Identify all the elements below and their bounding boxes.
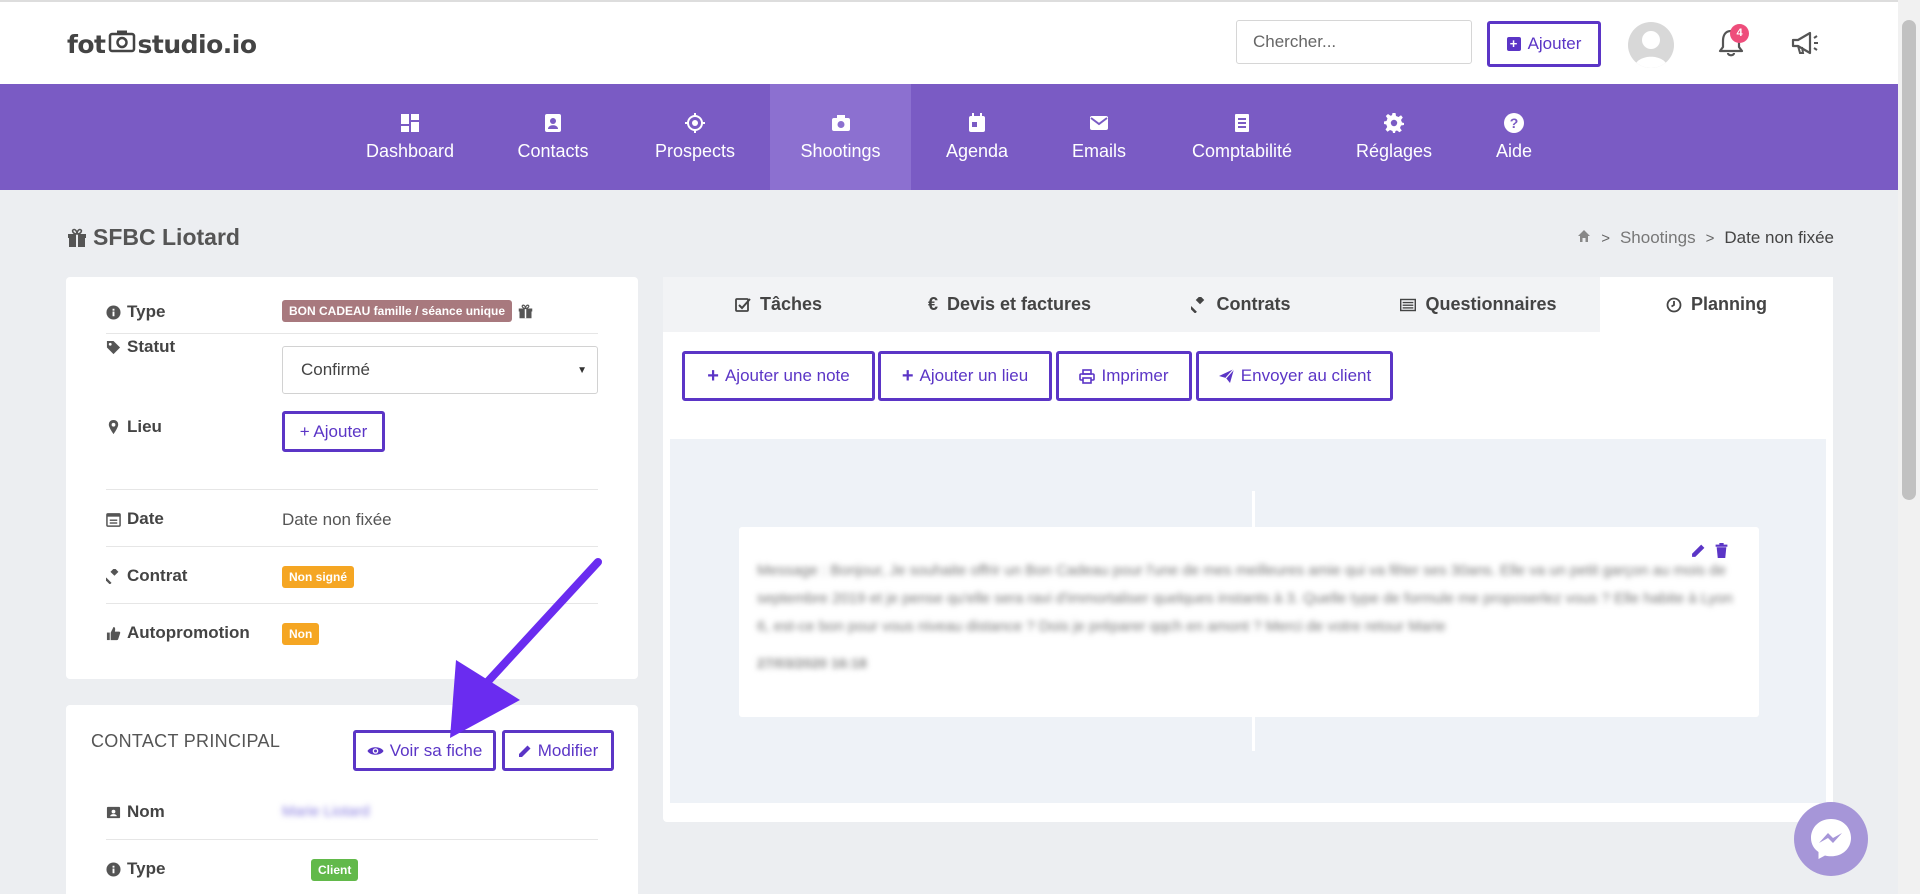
plus-icon: + (707, 364, 719, 387)
gift-icon (518, 304, 533, 318)
send-to-client-button[interactable]: Envoyer au client (1196, 351, 1393, 401)
help-icon: ? (1504, 112, 1524, 133)
info-circle-icon (106, 304, 121, 320)
tab-bar: Tâches € Devis et factures Contrats Ques… (663, 277, 1833, 332)
notification-badge: 4 (1730, 24, 1749, 43)
contact-row-nom: Nom Marie Liotard (106, 783, 598, 840)
add-note-button[interactable]: + Ajouter une note (682, 351, 875, 401)
tab-planning[interactable]: Planning (1600, 277, 1833, 332)
eye-icon (367, 746, 384, 755)
timeline-note: Message : Bonjour, Je souhaite offrir un… (739, 527, 1759, 717)
gift-icon (68, 228, 86, 247)
svg-text:?: ? (1510, 115, 1519, 131)
breadcrumb-current: Date non fixée (1724, 228, 1834, 247)
gavel-icon (1191, 296, 1205, 313)
crosshair-icon (685, 112, 705, 133)
note-timestamp: 27/03/2020 16:18 (757, 655, 867, 671)
search-input[interactable] (1236, 20, 1472, 64)
shooting-detail-panel: Tâches € Devis et factures Contrats Ques… (663, 277, 1833, 822)
brand-logo[interactable]: fot studio.io (67, 29, 257, 59)
contrat-badge: Non signé (282, 566, 355, 588)
camera-icon (831, 114, 850, 131)
nav-item-comptabilite[interactable]: Comptabilité (1175, 84, 1309, 190)
calendar-icon (969, 112, 985, 132)
gavel-icon (106, 568, 119, 584)
tab-taches[interactable]: Tâches (663, 277, 894, 332)
contact-heading: CONTACT PRINCIPAL (91, 731, 281, 751)
annotation-arrow (450, 558, 602, 738)
clock-icon (1666, 297, 1682, 312)
nav-item-contacts[interactable]: Contacts (503, 84, 603, 190)
main-nav: Dashboard Contacts Prospects Shootings A… (0, 84, 1898, 190)
euro-icon: € (927, 294, 938, 314)
tab-devis-factures[interactable]: € Devis et factures (894, 277, 1125, 332)
chevron-down-icon: ▼ (577, 365, 587, 376)
calendar-icon (106, 512, 121, 527)
add-lieu-button[interactable]: + Ajouter (282, 411, 385, 452)
contact-name[interactable]: Marie Liotard (282, 803, 370, 820)
camera-icon (108, 29, 136, 59)
pencil-icon[interactable] (1691, 543, 1706, 558)
nav-item-shootings[interactable]: Shootings (770, 84, 911, 190)
client-badge: Client (311, 859, 359, 881)
add-button[interactable]: + Ajouter (1487, 21, 1601, 67)
date-value: Date non fixée (282, 510, 392, 529)
tab-questionnaires[interactable]: Questionnaires (1357, 277, 1600, 332)
type-badge: BON CADEAU famille / séance unique (282, 300, 513, 322)
paper-plane-icon (1218, 368, 1235, 383)
thumbs-up-icon (106, 626, 121, 640)
plus-square-icon: + (1506, 37, 1521, 51)
statut-select[interactable]: Confirmé ▼ (282, 346, 598, 394)
print-button[interactable]: Imprimer (1056, 351, 1192, 401)
megaphone-icon[interactable] (1790, 29, 1820, 62)
breadcrumb: > Shootings > Date non fixée (1577, 228, 1834, 248)
dashboard-icon (401, 113, 419, 132)
nav-item-reglages[interactable]: Réglages (1338, 84, 1450, 190)
envelope-icon (1090, 115, 1108, 130)
autopromotion-badge: Non (282, 623, 320, 645)
tab-contrats[interactable]: Contrats (1125, 277, 1357, 332)
nav-item-dashboard[interactable]: Dashboard (344, 84, 476, 190)
page-title: SFBC Liotard (67, 224, 240, 251)
note-message: Message : Bonjour, Je souhaite offrir un… (757, 562, 1733, 635)
planning-timeline: Message : Bonjour, Je souhaite offrir un… (670, 439, 1826, 803)
document-icon (1235, 113, 1249, 132)
id-card-icon (106, 806, 121, 818)
contacts-icon (545, 113, 561, 132)
nav-item-aide[interactable]: ? Aide (1478, 84, 1550, 190)
breadcrumb-shootings[interactable]: Shootings (1620, 228, 1696, 248)
nav-item-prospects[interactable]: Prospects (640, 84, 750, 190)
info-row-lieu: Lieu + Ajouter (106, 407, 598, 490)
trash-icon[interactable] (1714, 543, 1729, 558)
messenger-icon (1811, 819, 1851, 859)
info-row-type: Type BON CADEAU famille / séance unique (106, 277, 598, 334)
nav-item-emails[interactable]: Emails (1050, 84, 1148, 190)
map-marker-icon (108, 419, 119, 434)
gear-icon (1384, 112, 1404, 133)
info-row-statut: Statut Confirmé ▼ (106, 334, 598, 394)
add-place-button[interactable]: + Ajouter un lieu (878, 351, 1052, 401)
home-icon[interactable] (1577, 228, 1591, 248)
nav-item-agenda[interactable]: Agenda (930, 84, 1024, 190)
avatar[interactable] (1628, 22, 1674, 68)
top-header: fot studio.io + Ajouter 4 (0, 0, 1898, 84)
messenger-chat-button[interactable] (1794, 802, 1868, 876)
list-icon (1400, 298, 1417, 311)
info-circle-icon (106, 861, 121, 877)
checkbox-icon (735, 297, 751, 312)
scrollbar-thumb[interactable] (1902, 20, 1916, 500)
printer-icon (1079, 368, 1096, 384)
plus-icon: + (901, 364, 914, 387)
info-row-date: Date Date non fixée (106, 490, 598, 547)
tag-icon (106, 340, 121, 354)
contact-row-type: Type Client (106, 840, 598, 894)
